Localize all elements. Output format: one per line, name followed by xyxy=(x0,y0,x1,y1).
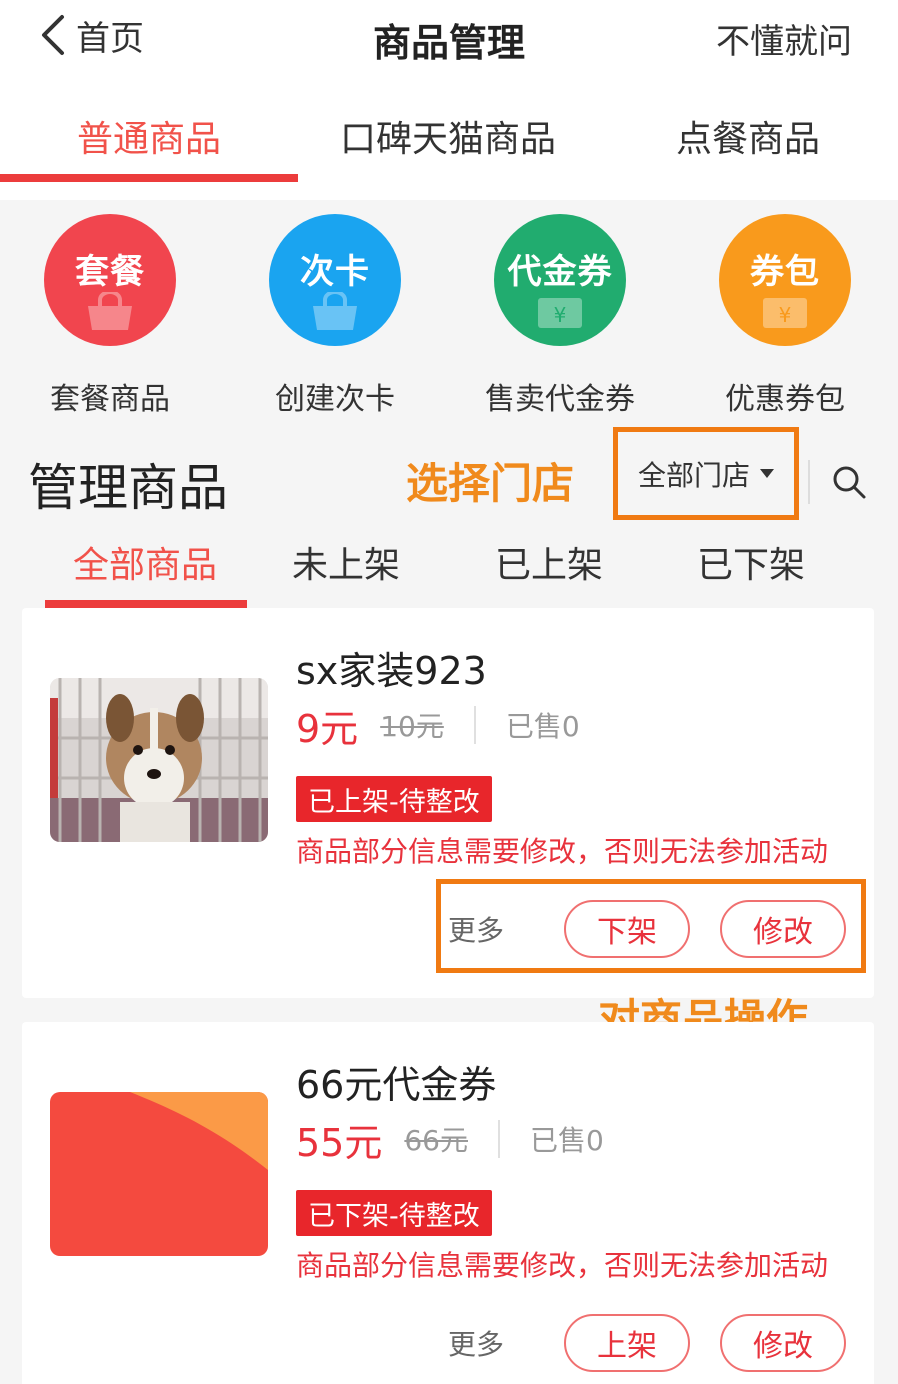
search-icon[interactable] xyxy=(830,463,868,501)
voucher-image xyxy=(50,1092,268,1256)
product-price: 55元 xyxy=(296,1120,383,1165)
product-card[interactable]: 66元代金券 55元 66元 已售0 已下架-待整改 商品部分信息需要修改，否则… xyxy=(22,1022,874,1384)
coupon-pack-circle-text: 券包 xyxy=(750,252,820,292)
product-price: 9元 xyxy=(296,706,359,751)
product-sold-count: 已售0 xyxy=(505,710,580,743)
annotation-actions-box xyxy=(436,879,866,973)
warning-text: 商品部分信息需要修改，否则无法参加活动 xyxy=(296,1249,829,1282)
warning-text: 商品部分信息需要修改，否则无法参加活动 xyxy=(296,835,829,868)
tab-indicator xyxy=(0,174,298,182)
list-button[interactable]: 上架 xyxy=(564,1314,690,1372)
bag-icon xyxy=(88,292,132,330)
coupon-pack-label: 优惠券包 xyxy=(725,382,845,417)
package-circle: 套餐 xyxy=(44,214,176,346)
package-label: 套餐商品 xyxy=(50,382,170,417)
product-image-voucher xyxy=(50,1092,268,1256)
tab-regular-goods[interactable]: 普通商品 xyxy=(0,110,298,170)
manage-goods-title: 管理商品 xyxy=(28,459,228,517)
price-divider xyxy=(473,706,476,744)
shortcut-coupon-pack[interactable]: 券包 ¥ 优惠券包 xyxy=(695,214,875,418)
voucher-circle-text: 代金券 xyxy=(507,252,613,292)
status-tab-indicator xyxy=(45,600,247,608)
shortcut-voucher[interactable]: 代金券 ¥ 售卖代金券 xyxy=(470,214,650,418)
times-card-circle-text: 次卡 xyxy=(300,252,370,292)
status-tabs: 全部商品 未上架 已上架 已下架 xyxy=(0,530,898,610)
voucher-label: 售卖代金券 xyxy=(485,382,635,417)
status-badge: 已上架-待整改 xyxy=(296,776,492,822)
product-actions: 更多 上架 修改 xyxy=(448,1314,846,1372)
product-name: sx家装923 xyxy=(296,649,487,693)
tab-ordering-goods[interactable]: 点餐商品 xyxy=(598,110,898,170)
puppy-image xyxy=(50,678,268,842)
shortcut-times-card[interactable]: 次卡 创建次卡 xyxy=(245,214,425,418)
status-badge: 已下架-待整改 xyxy=(296,1190,492,1236)
product-image-puppy xyxy=(50,678,268,842)
times-card-label: 创建次卡 xyxy=(275,382,395,417)
product-sold-count: 已售0 xyxy=(530,1124,604,1157)
package-circle-text: 套餐 xyxy=(75,252,145,292)
coupon-pack-circle: 券包 ¥ xyxy=(719,214,851,346)
tab-delisted[interactable]: 已下架 xyxy=(651,536,851,588)
shortcut-package[interactable]: 套餐 套餐商品 xyxy=(20,214,200,418)
shortcut-grid: 套餐 套餐商品 次卡 创建次卡 代金券 ¥ 售卖代金券 券包 ¥ 优惠券包 xyxy=(0,200,898,425)
voucher-circle: 代金券 ¥ xyxy=(494,214,626,346)
help-link[interactable]: 不懂就问 xyxy=(716,14,852,63)
edit-button[interactable]: 修改 xyxy=(720,1314,846,1372)
coupon-icon: ¥ xyxy=(538,298,582,328)
annotation-select-store: 选择门店 xyxy=(406,459,575,508)
store-select-label: 全部门店 xyxy=(637,458,750,492)
tab-listed[interactable]: 已上架 xyxy=(449,536,649,588)
product-original-price: 10元 xyxy=(380,710,444,743)
product-original-price: 66元 xyxy=(404,1124,468,1157)
more-button[interactable]: 更多 xyxy=(448,1323,504,1363)
coupon-icon: ¥ xyxy=(763,298,807,328)
store-select-dropdown[interactable]: 全部门店 xyxy=(613,427,799,520)
caret-down-icon xyxy=(760,469,774,478)
tab-all-goods[interactable]: 全部商品 xyxy=(45,536,245,588)
top-tabs: 普通商品 口碑天猫商品 点餐商品 xyxy=(0,100,898,184)
tab-not-listed[interactable]: 未上架 xyxy=(246,536,446,588)
header: 首页 商品管理 不懂就问 普通商品 口碑天猫商品 点餐商品 xyxy=(0,0,898,200)
tab-koubei-tmall-goods[interactable]: 口碑天猫商品 xyxy=(298,110,598,170)
price-row: 9元 10元 已售0 xyxy=(296,700,580,751)
price-row: 55元 66元 已售0 xyxy=(296,1114,604,1165)
divider xyxy=(808,460,810,504)
product-name: 66元代金券 xyxy=(296,1063,497,1107)
price-divider xyxy=(498,1120,500,1158)
svg-text:¥: ¥ xyxy=(779,303,792,327)
svg-text:¥: ¥ xyxy=(554,303,567,327)
bag-icon xyxy=(313,292,357,330)
times-card-circle: 次卡 xyxy=(269,214,401,346)
